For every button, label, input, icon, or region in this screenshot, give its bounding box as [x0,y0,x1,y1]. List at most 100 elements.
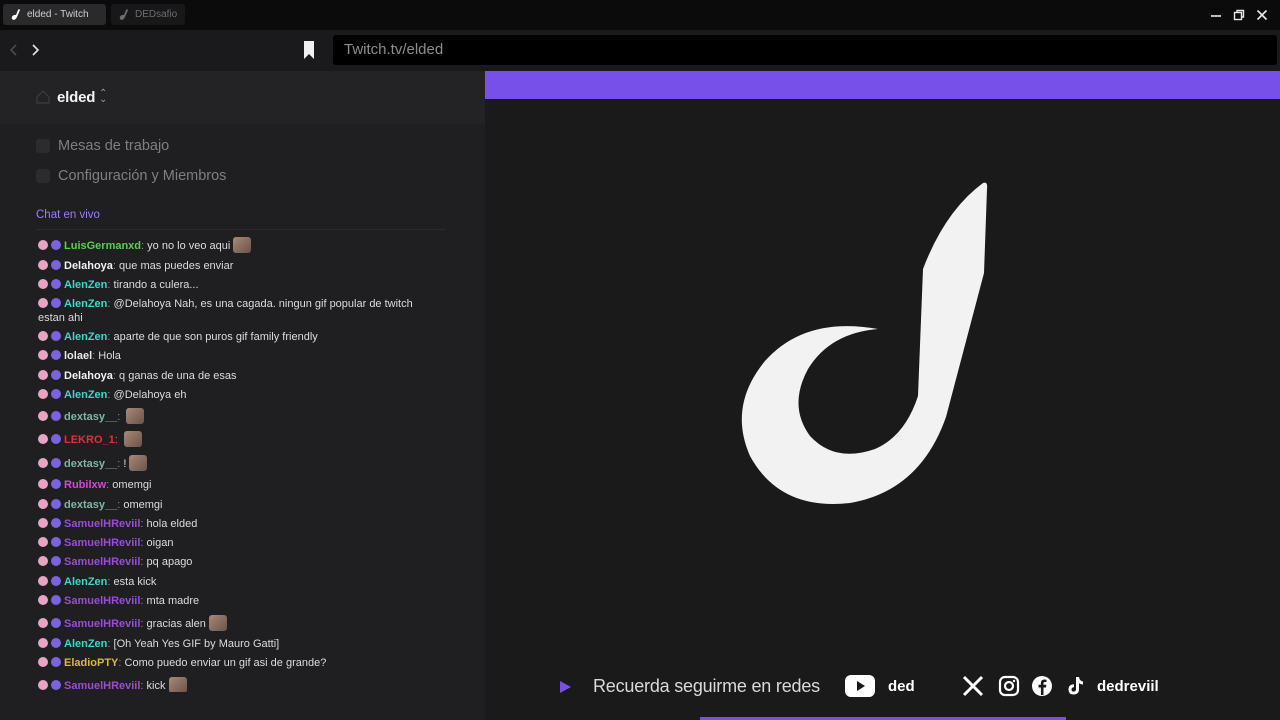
chat-username[interactable]: Delahoya [64,370,113,382]
chat-username[interactable]: SamuelHReviil [64,518,140,530]
chat-username[interactable]: dextasy__ [64,458,117,470]
sidebar-item-mesas[interactable]: Mesas de trabajo [36,136,169,156]
chat-badge-icon [51,389,61,399]
chat-message: AlenZen: [Oh Yeah Yes GIF by Mauro Gatti… [38,637,438,651]
url-input[interactable]: Twitch.tv/elded [333,35,1277,65]
chat-badge-icon [51,434,61,444]
play-icon [560,681,571,693]
chat-text: mta madre [146,595,200,607]
close-button[interactable] [1253,6,1271,24]
chat-message: AlenZen: aparte de que son puros gif fam… [38,330,438,344]
chat-message: Rubilxw: omemgi [38,478,438,492]
chat-badge-icon [38,556,48,566]
chat-username[interactable]: LuisGermanxd [64,240,141,252]
chat-badge-icon [51,370,61,380]
chat-username[interactable]: SamuelHReviil [64,595,140,607]
chevron-left-icon [9,44,17,56]
chat-username[interactable]: dextasy__ [64,499,117,511]
social-promo-bar: Recuerda seguirme en redes ded dedreviil [485,661,1280,720]
chat-badge-icon [51,260,61,270]
sidebar-item-label: Mesas de trabajo [58,138,170,154]
chat-text: hola elded [146,518,198,530]
chat-message: dextasy__: omemgi [38,498,438,512]
chat-badge-icon [38,298,48,308]
chat-badge-icon [51,618,61,628]
chat-badge-icon [51,657,61,667]
chat-username[interactable]: SamuelHReviil [64,618,140,630]
chat-message: lolael: Hola [38,349,438,363]
chat-username[interactable]: SamuelHReviil [64,556,140,568]
chat-message: AlenZen: @Delahoya eh [38,388,438,402]
chat-message: LEKRO_1: [38,431,438,447]
chat-separator: : [117,411,124,423]
chat-badge-icon [38,680,48,690]
chat-message: Delahoya: que mas puedes enviar [38,259,438,273]
chat-username[interactable]: AlenZen [64,331,107,343]
chat-message: SamuelHReviil: kick [38,677,438,692]
chat-username[interactable]: lolael [64,350,92,362]
chat-username[interactable]: SamuelHReviil [64,537,140,549]
chat-username[interactable]: Rubilxw [64,479,106,491]
instagram-icon [998,675,1020,697]
tiktok-icon [1068,677,1083,695]
chat-username[interactable]: AlenZen [64,576,107,588]
chat-text: gracias alen [146,618,206,630]
back-button[interactable] [4,40,24,60]
chat-username[interactable]: Delahoya [64,260,113,272]
chat-username[interactable]: dextasy__ [64,411,117,423]
chat-badge-icon [38,458,48,468]
chat-separator: : [114,434,121,446]
chat-badge-icon [51,499,61,509]
chat-message: EladioPTY: Como puedo enviar un gif asi … [38,656,438,670]
chat-badge-icon [51,638,61,648]
chat-badge-icon [38,240,48,250]
workbench-icon [36,139,50,153]
chat-section-label[interactable]: Chat en vivo [36,209,100,221]
chat-badge-icon [51,595,61,605]
chat-emote [126,408,145,424]
workspace-name: elded [57,89,96,106]
chat-badge-icon [38,537,48,547]
forward-button[interactable] [25,40,45,60]
tab-dedsafio[interactable]: DEDsafio [111,4,185,25]
restore-button[interactable] [1230,6,1248,24]
workspace-switcher[interactable]: elded ⌃ ⌄ [0,71,485,124]
sidebar-item-label: Configuración y Miembros [58,168,227,184]
chat-text: ! [123,458,127,470]
chat-message: dextasy__: [38,408,438,424]
sidebar-item-config[interactable]: Configuración y Miembros [36,166,226,186]
chat-emote [129,455,148,471]
x-icon [962,675,984,697]
chat-username[interactable]: AlenZen [64,638,107,650]
chevron-right-icon [32,44,40,56]
bookmark-icon[interactable] [302,40,316,60]
chat-message: AlenZen: esta kick [38,575,438,589]
chat-username[interactable]: LEKRO_1 [64,434,115,446]
chat-badge-icon [38,260,48,270]
chat-username[interactable]: AlenZen [64,279,107,291]
chat-text: pq apago [146,556,193,568]
youtube-handle: ded [888,678,915,695]
facebook-icon [1032,676,1052,696]
chat-username[interactable]: AlenZen [64,298,107,310]
chat-badge-icon [51,298,61,308]
chat-badge-icon [51,518,61,528]
promo-text: Recuerda seguirme en redes [593,676,820,696]
chat-log[interactable]: LuisGermanxd: yo no lo veo aqui Delahoya:… [36,237,446,692]
chat-badge-icon [51,479,61,489]
title-bar: elded - Twitch DEDsafio [0,0,1280,30]
chat-username[interactable]: SamuelHReviil [64,680,140,692]
chat-text: omemgi [123,499,163,511]
chat-badge-icon [38,499,48,509]
chat-badge-icon [51,350,61,360]
chat-message: Delahoya: q ganas de una de esas [38,369,438,383]
stream-view[interactable]: Recuerda seguirme en redes ded dedreviil [485,71,1280,720]
chat-badge-icon [38,657,48,667]
social-handle: dedreviil [1097,678,1159,695]
chat-badge-icon [38,618,48,628]
chat-username[interactable]: AlenZen [64,389,107,401]
tab-elded-twitch[interactable]: elded - Twitch [3,4,106,25]
minimize-button[interactable] [1207,6,1225,24]
chat-text: kick [146,680,166,692]
chat-username[interactable]: EladioPTY [64,657,118,669]
